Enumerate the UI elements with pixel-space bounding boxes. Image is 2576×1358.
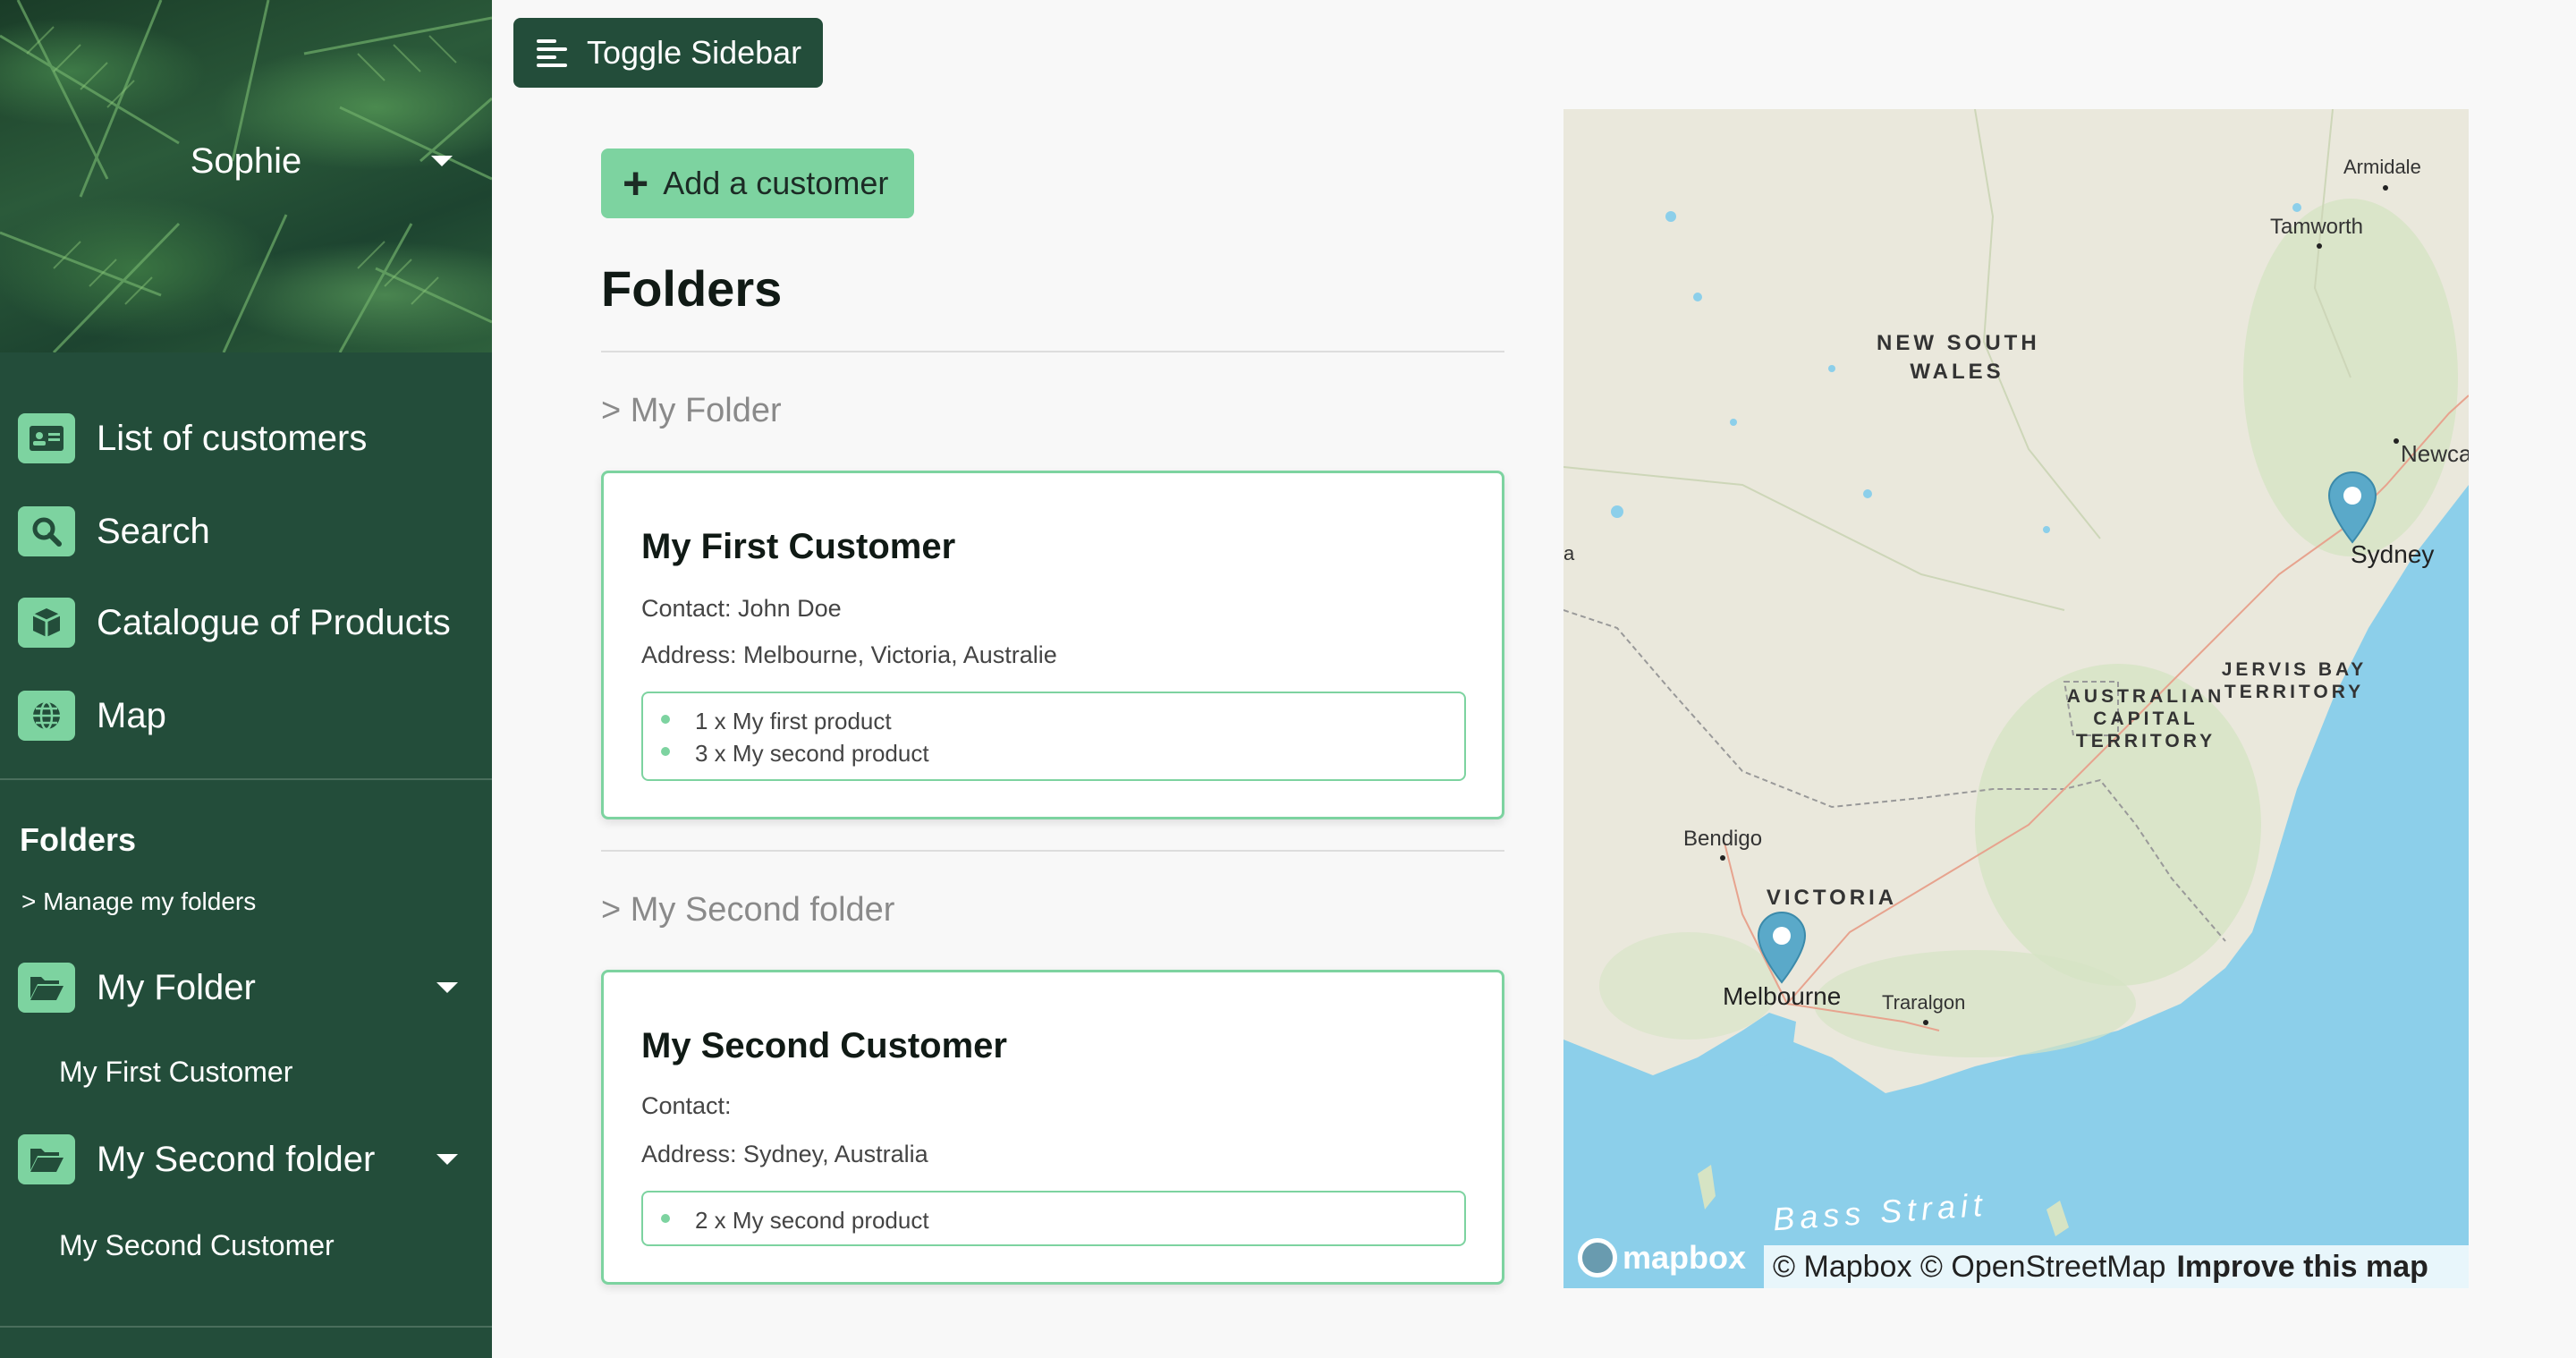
nav-search[interactable]: Search: [18, 503, 483, 560]
customer-contact: Contact:: [641, 1092, 732, 1119]
sidebar-folder-my-second-folder[interactable]: My Second folder: [18, 1131, 465, 1188]
map-label-nsw: NEW SOUTH WALES: [1877, 331, 2040, 384]
box-icon: [18, 598, 75, 648]
product-item: 3 x My second product: [695, 740, 929, 767]
map-label-edge: a: [1563, 542, 1575, 564]
map-label-act: AUSTRALIAN CAPITAL TERRITORY: [2066, 686, 2225, 751]
add-customer-button[interactable]: + Add a customer: [601, 149, 914, 218]
map-attribution: © Mapbox © OpenStreetMap Improve this ma…: [1764, 1245, 2469, 1288]
product-item: 1 x My first product: [695, 708, 892, 734]
map-label-victoria: VICTORIA: [1766, 886, 1898, 910]
map-label-armidale: Armidale: [2343, 156, 2421, 178]
sidebar-folder-my-folder[interactable]: My Folder: [18, 959, 465, 1016]
nav-label: Catalogue of Products: [97, 602, 451, 642]
bullet-icon: [661, 747, 670, 756]
customer-contact: Contact: John Doe: [641, 595, 842, 622]
folder-name: My Folder: [97, 967, 256, 1007]
mapbox-logo[interactable]: mapbox: [1578, 1233, 1746, 1283]
chevron-down-icon[interactable]: [431, 156, 453, 166]
chevron-down-icon[interactable]: [436, 982, 458, 993]
folder-link-my-folder[interactable]: > My Folder: [601, 392, 782, 430]
folder-open-icon: [18, 963, 75, 1013]
customer-name: My Second Customer: [641, 1026, 1007, 1065]
menu-lines-icon: [537, 39, 567, 67]
user-name: Sophie: [190, 141, 302, 181]
nav-label: List of customers: [97, 418, 368, 458]
sidebar: Sophie List of customers Search Catalogu…: [0, 0, 492, 1358]
nav-label: Map: [97, 695, 166, 735]
map-label-tamworth: Tamworth: [2270, 215, 2364, 239]
map-marker-sydney-icon[interactable]: [2326, 471, 2379, 544]
mapbox-logo-icon: [1578, 1238, 1617, 1277]
map-label-traralgon: Traralgon: [1882, 991, 1966, 1014]
customers-map[interactable]: Armidale Tamworth Newca a NEW SOUTH WALE…: [1563, 109, 2469, 1288]
page-title: Folders: [601, 260, 783, 317]
id-card-icon: [18, 413, 75, 463]
nav-catalogue[interactable]: Catalogue of Products: [18, 594, 483, 651]
map-label-newcastle: Newca: [2401, 440, 2469, 467]
manage-folders-link[interactable]: > Manage my folders: [21, 887, 256, 916]
sidebar-customer-link[interactable]: My Second Customer: [59, 1229, 335, 1262]
sidebar-header-image: Sophie: [0, 0, 492, 352]
toggle-sidebar-label: Toggle Sidebar: [587, 34, 802, 71]
city-dot: [1923, 1020, 1928, 1025]
folder-link-my-second-folder[interactable]: > My Second folder: [601, 891, 894, 929]
main-divider: [601, 850, 1504, 852]
customer-name: My First Customer: [641, 527, 956, 566]
nav-map[interactable]: Map: [18, 687, 483, 744]
plus-icon: +: [623, 158, 649, 208]
folders-heading: Folders: [20, 821, 137, 858]
map-label-sydney: Sydney: [2351, 540, 2435, 568]
city-dot: [2383, 185, 2388, 191]
bullet-icon: [661, 715, 670, 724]
map-label-melbourne: Melbourne: [1723, 982, 1842, 1010]
nav-label: Search: [97, 511, 210, 551]
search-icon: [18, 506, 75, 556]
sidebar-divider: [0, 1326, 492, 1328]
improve-map-link[interactable]: Improve this map: [2176, 1250, 2428, 1285]
folder-name: My Second folder: [97, 1139, 376, 1179]
attribution-text[interactable]: © Mapbox © OpenStreetMap: [1773, 1250, 2165, 1285]
product-list: 1 x My first product 3 x My second produ…: [641, 692, 1466, 781]
sidebar-customer-link[interactable]: My First Customer: [59, 1056, 292, 1089]
chevron-down-icon[interactable]: [436, 1154, 458, 1165]
nav-list-of-customers[interactable]: List of customers: [18, 410, 483, 467]
map-marker-melbourne-icon[interactable]: [1755, 911, 1809, 984]
customer-card-first[interactable]: My First Customer Contact: John Doe Addr…: [601, 471, 1504, 819]
city-dot: [1720, 855, 1725, 861]
user-menu[interactable]: Sophie: [0, 134, 492, 191]
city-dot: [2317, 243, 2322, 249]
add-customer-label: Add a customer: [663, 165, 889, 201]
main-divider: [601, 351, 1504, 352]
map-label-jervis: JERVIS BAY TERRITORY: [2221, 659, 2368, 702]
product-item: 2 x My second product: [695, 1207, 929, 1234]
bullet-icon: [661, 1214, 670, 1223]
customer-card-second[interactable]: My Second Customer Contact: Address: Syd…: [601, 970, 1504, 1285]
toggle-sidebar-button[interactable]: Toggle Sidebar: [513, 18, 823, 88]
customer-address: Address: Sydney, Australia: [641, 1141, 928, 1167]
folder-open-icon: [18, 1134, 75, 1184]
sidebar-divider: [0, 778, 492, 780]
city-dot: [2394, 438, 2399, 444]
product-list: 2 x My second product: [641, 1191, 1466, 1246]
map-label-bendigo: Bendigo: [1683, 827, 1763, 851]
globe-icon: [18, 691, 75, 741]
mapbox-logo-text: mapbox: [1623, 1239, 1747, 1276]
customer-address: Address: Melbourne, Victoria, Australie: [641, 641, 1057, 668]
